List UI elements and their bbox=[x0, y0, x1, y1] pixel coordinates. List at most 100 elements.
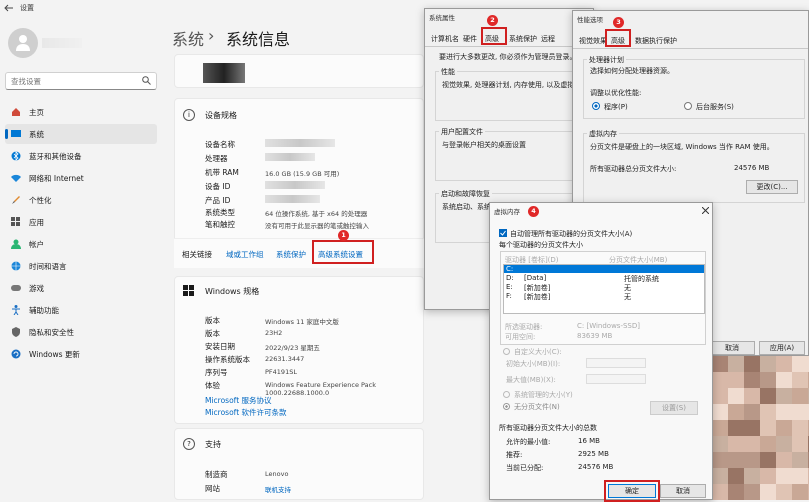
back-icon[interactable] bbox=[4, 4, 14, 12]
device-header-card bbox=[174, 54, 424, 88]
tab-hardware[interactable]: 硬件 bbox=[463, 34, 477, 44]
spec-key: 版本 bbox=[205, 329, 220, 338]
spec-value: 22631.3447 bbox=[265, 355, 305, 363]
mosaic-tile bbox=[792, 484, 808, 500]
mosaic-tile bbox=[712, 404, 728, 420]
search-icon[interactable] bbox=[142, 76, 151, 85]
dialog-title: 系统属性 bbox=[429, 14, 455, 22]
shield-icon bbox=[12, 327, 20, 337]
drive-list-group: 驱动器 [卷标](D) 分页文件大小(MB) C: D: [Data] 托管的系… bbox=[500, 251, 706, 345]
sidebar-item-network[interactable]: 网络和 Internet bbox=[5, 168, 157, 188]
mosaic-tile bbox=[728, 372, 744, 388]
link-license-terms[interactable]: Microsoft 软件许可条款 bbox=[205, 407, 287, 418]
highlight-box bbox=[605, 29, 631, 47]
tab-dep[interactable]: 数据执行保护 bbox=[635, 36, 677, 46]
spec-key: 安装日期 bbox=[205, 342, 235, 351]
tab-bar: 计算机名 硬件 高级 系统保护 远程 bbox=[425, 31, 593, 47]
performance-group: 性能 视觉效果, 处理器计划, 内存使用, 以及虚拟内 bbox=[435, 67, 585, 121]
search-input[interactable] bbox=[11, 75, 131, 87]
background-image bbox=[712, 356, 809, 500]
table-row[interactable]: E: [新加卷] 无 bbox=[504, 283, 704, 292]
sidebar-item-accounts[interactable]: 帐户 bbox=[5, 234, 157, 254]
mosaic-tile bbox=[728, 484, 744, 500]
windows-specs-card: Windows 规格 版本 Windows 11 家庭中文版 版本 23H2 安… bbox=[174, 276, 424, 424]
spec-key: 设备 ID bbox=[205, 182, 231, 191]
avatar[interactable] bbox=[8, 28, 38, 58]
mosaic-tile bbox=[744, 404, 760, 420]
radio-no-paging[interactable] bbox=[503, 403, 510, 410]
sidebar-item-personalization[interactable]: 个性化 bbox=[5, 190, 157, 210]
mosaic-tile bbox=[792, 436, 808, 452]
sidebar-item-label: 主页 bbox=[29, 108, 44, 117]
link-system-protection[interactable]: 系统保护 bbox=[276, 249, 306, 260]
help-icon: ? bbox=[183, 438, 195, 450]
mosaic-tile bbox=[760, 420, 776, 436]
auto-manage-checkbox[interactable] bbox=[499, 229, 507, 237]
globe-icon bbox=[11, 261, 21, 271]
link-online-support[interactable]: 联机支持 bbox=[265, 484, 291, 494]
group-label: 用户配置文件 bbox=[439, 127, 485, 137]
sidebar-item-privacy[interactable]: 隐私和安全性 bbox=[5, 322, 157, 342]
close-icon[interactable] bbox=[702, 207, 709, 214]
sidebar-item-system[interactable]: 系统 bbox=[5, 124, 157, 144]
sidebar-item-label: 蓝牙和其他设备 bbox=[29, 152, 82, 161]
cancel-button[interactable]: 取消 bbox=[660, 484, 706, 498]
spec-key: 网站 bbox=[205, 484, 220, 493]
mosaic-tile bbox=[760, 436, 776, 452]
tab-system-protection[interactable]: 系统保护 bbox=[509, 34, 537, 44]
tab-computer-name[interactable]: 计算机名 bbox=[431, 34, 459, 44]
spec-key: 处理器 bbox=[205, 154, 228, 163]
tab-visual-effects[interactable]: 视觉效果 bbox=[579, 36, 607, 46]
mosaic-tile bbox=[712, 484, 728, 500]
sidebar-item-label: 个性化 bbox=[29, 196, 52, 205]
initial-size-input[interactable] bbox=[586, 358, 646, 368]
drive-size: 无 bbox=[624, 293, 631, 301]
brush-icon bbox=[12, 196, 20, 204]
sidebar-item-windows-update[interactable]: Windows 更新 bbox=[5, 344, 157, 364]
mosaic-tile bbox=[712, 372, 728, 388]
link-services-agreement[interactable]: Microsoft 服务协议 bbox=[205, 395, 272, 406]
table-row[interactable]: F: [新加卷] 无 bbox=[504, 292, 704, 301]
search-box[interactable] bbox=[5, 72, 157, 90]
spec-value: Lenovo bbox=[265, 470, 289, 478]
person-icon bbox=[16, 35, 30, 51]
sidebar-item-gaming[interactable]: 游戏 bbox=[5, 278, 157, 298]
recommended-value: 2925 MB bbox=[578, 450, 609, 458]
mosaic-tile bbox=[792, 356, 808, 372]
radio-system-managed[interactable] bbox=[503, 391, 510, 398]
radio-services[interactable] bbox=[684, 102, 692, 110]
spec-key: 产品 ID bbox=[205, 196, 231, 205]
sidebar-item-accessibility[interactable]: 辅助功能 bbox=[5, 300, 157, 320]
sidebar-item-time-language[interactable]: 时间和语言 bbox=[5, 256, 157, 276]
sidebar-item-apps[interactable]: 应用 bbox=[5, 212, 157, 232]
selected-drive-value: C: [Windows-SSD] bbox=[577, 322, 640, 330]
table-row[interactable]: C: bbox=[504, 265, 704, 273]
max-size-input[interactable] bbox=[586, 374, 646, 384]
mosaic-tile bbox=[728, 356, 744, 372]
cancel-button[interactable]: 取消 bbox=[709, 341, 755, 355]
apps-icon bbox=[11, 217, 20, 226]
radio-label: 后台服务(S) bbox=[696, 103, 734, 111]
device-image bbox=[203, 63, 245, 83]
table-row[interactable]: D: [Data] 托管的系统 bbox=[504, 274, 704, 283]
change-button[interactable]: 更改(C)... bbox=[746, 180, 798, 194]
sidebar-item-home[interactable]: 主页 bbox=[5, 102, 157, 122]
mosaic-tile bbox=[744, 356, 760, 372]
radio-programs[interactable] bbox=[592, 102, 600, 110]
drive-letter: D: bbox=[506, 274, 514, 282]
mosaic-tile bbox=[712, 468, 728, 484]
spec-key: 体验 bbox=[205, 381, 220, 390]
tab-remote[interactable]: 远程 bbox=[541, 34, 555, 44]
sidebar-item-bluetooth[interactable]: 蓝牙和其他设备 bbox=[5, 146, 157, 166]
breadcrumb-parent[interactable]: 系统 bbox=[172, 26, 204, 50]
spec-value: Windows Feature Experience Pack 1000.226… bbox=[265, 381, 376, 397]
apply-button[interactable]: 应用(A) bbox=[759, 341, 805, 355]
radio-custom-size[interactable] bbox=[503, 348, 510, 355]
mosaic-tile bbox=[776, 372, 792, 388]
set-button[interactable]: 设置(S) bbox=[650, 401, 698, 415]
spec-key: 序列号 bbox=[205, 368, 228, 377]
sidebar-item-label: 辅助功能 bbox=[29, 306, 59, 315]
link-domain-workgroup[interactable]: 域或工作组 bbox=[226, 249, 264, 260]
dialog-title: 性能选项 bbox=[577, 16, 603, 24]
initial-size-label: 初始大小(MB)(I): bbox=[506, 360, 561, 368]
